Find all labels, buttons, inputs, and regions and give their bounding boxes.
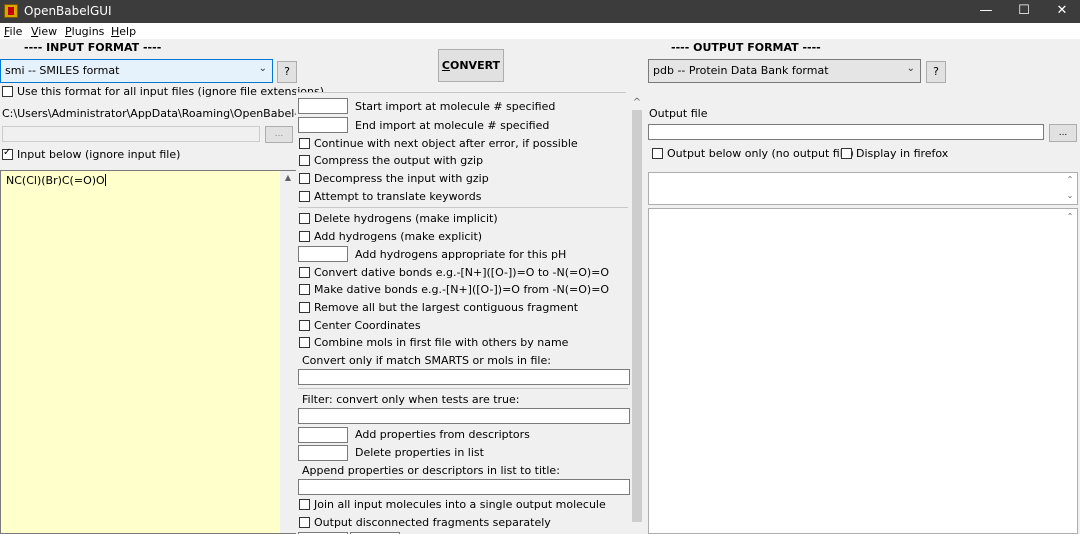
disconnected-fragments-checkbox[interactable]: Output disconnected fragments separately [299,516,551,530]
checkbox-icon [299,499,310,510]
title-bar: OpenBabelGUI — ☐ ✕ [0,0,1080,23]
output-format-value: pdb -- Protein Data Bank format [653,64,829,77]
output-file-field[interactable] [648,124,1044,140]
checkbox-icon [299,191,310,202]
minimize-button[interactable]: — [966,0,1006,23]
output-format-header: ---- OUTPUT FORMAT ---- [671,41,821,54]
display-firefox-checkbox[interactable]: Display in firefox [841,147,948,161]
maximize-button[interactable]: ☐ [1004,0,1044,23]
delete-hydrogens-checkbox[interactable]: Delete hydrogens (make implicit) [299,212,498,226]
checkbox-icon [299,284,310,295]
add-hydrogens-ph-label: Add hydrogens appropriate for this pH [355,248,567,261]
input-scrollbar[interactable]: ▲ [280,171,296,533]
ph-field[interactable] [298,246,348,262]
checkbox-icon [299,337,310,348]
menu-view[interactable]: View [31,25,57,38]
filter-label: Filter: convert only when tests are true… [302,393,520,406]
checkbox-icon [299,138,310,149]
window-title: OpenBabelGUI [24,4,112,18]
smarts-label: Convert only if match SMARTS or mols in … [302,354,551,367]
convert-dative-checkbox[interactable]: Convert dative bonds e.g.-[N+]([O-])=O t… [299,266,609,280]
input-format-select[interactable]: smi -- SMILES format ⌄ [0,59,273,83]
scroll-up-icon[interactable]: ⌃ [1063,212,1077,221]
checkbox-icon [299,267,310,278]
scroll-down-icon[interactable]: ⌄ [1063,191,1077,200]
join-molecules-checkbox[interactable]: Join all input molecules into a single o… [299,498,606,512]
input-format-value: smi -- SMILES format [5,64,120,77]
add-hydrogens-checkbox[interactable]: Add hydrogens (make explicit) [299,230,482,244]
add-properties-label: Add properties from descriptors [355,428,530,441]
checkbox-checked-icon [2,147,13,160]
options-top-divider [298,92,626,93]
checkbox-icon [299,320,310,331]
end-import-field[interactable] [298,117,348,133]
menu-file[interactable]: File [4,25,22,38]
convert-button[interactable]: CONVERT [438,49,504,82]
append-title-label: Append properties or descriptors in list… [302,464,560,477]
combine-mols-checkbox[interactable]: Combine mols in first file with others b… [299,336,568,350]
scroll-up-icon[interactable]: ⌃ [1063,175,1077,184]
decompress-gzip-checkbox[interactable]: Decompress the input with gzip [299,172,489,186]
checkbox-icon [299,213,310,224]
output-info-area[interactable]: ⌃ ⌄ [648,172,1078,205]
make-dative-checkbox[interactable]: Make dative bonds e.g.-[N+]([O-])=O from… [299,283,609,297]
options-divider [298,207,628,208]
chevron-down-icon: ⌄ [258,63,267,74]
delete-properties-label: Delete properties in list [355,446,484,459]
remove-largest-fragment-checkbox[interactable]: Remove all but the largest contiguous fr… [299,301,578,315]
input-browse-button[interactable]: ... [265,126,293,143]
center-coordinates-checkbox[interactable]: Center Coordinates [299,319,421,333]
output-browse-button[interactable]: ... [1049,124,1077,142]
checkbox-icon [2,86,13,97]
output-format-select[interactable]: pdb -- Protein Data Bank format ⌄ [648,59,921,83]
menu-plugins[interactable]: Plugins [65,25,104,38]
start-import-field[interactable] [298,98,348,114]
checkbox-icon [299,173,310,184]
input-text-area[interactable]: NC(Cl)(Br)C(=O)O ▲ [0,170,296,534]
output-below-checkbox[interactable]: Output below only (no output file) [652,147,854,161]
filter-field[interactable] [298,408,630,424]
end-import-label: End import at molecule # specified [355,119,550,132]
output-text-area[interactable]: ⌃ [648,208,1078,534]
checkbox-icon [299,231,310,242]
checkbox-icon [299,517,310,528]
start-import-label: Start import at molecule # specified [355,100,556,113]
output-format-help-button[interactable]: ? [926,61,946,83]
checkbox-icon [841,148,852,159]
chevron-down-icon: ⌄ [906,63,915,74]
translate-keywords-checkbox[interactable]: Attempt to translate keywords [299,190,481,204]
close-button[interactable]: ✕ [1042,0,1080,23]
input-format-header: ---- INPUT FORMAT ---- [24,41,162,54]
options-divider [298,388,628,389]
smarts-field[interactable] [298,369,630,385]
menu-help[interactable]: Help [111,25,136,38]
input-text: NC(Cl)(Br)C(=O)O [6,174,105,187]
input-file-field[interactable] [2,126,260,142]
input-below-checkbox[interactable]: Input below (ignore input file) [2,147,180,162]
checkbox-icon [299,155,310,166]
checkbox-icon [299,302,310,313]
input-format-help-button[interactable]: ? [277,61,297,83]
append-title-field[interactable] [298,479,630,495]
add-properties-field[interactable] [298,427,348,443]
scroll-up-icon[interactable]: ▲ [280,173,296,182]
continue-error-checkbox[interactable]: Continue with next object after error, i… [299,137,578,151]
compress-gzip-checkbox[interactable]: Compress the output with gzip [299,154,483,168]
text-caret [104,174,106,186]
output-file-label: Output file [649,107,708,120]
delete-properties-field[interactable] [298,445,348,461]
openbabel-app-icon [4,4,18,18]
options-scrollbar[interactable]: ^ [630,92,644,534]
menu-bar: File View Plugins Help [0,23,1080,39]
checkbox-icon [652,148,663,159]
use-format-all-checkbox[interactable]: Use this format for all input files (ign… [2,85,324,99]
input-file-path: C:\Users\Administrator\AppData\Roaming\O… [2,107,298,120]
scroll-up-icon[interactable]: ^ [630,97,644,108]
options-panel: Start import at molecule # specified End… [296,92,644,534]
scroll-thumb[interactable] [632,110,642,522]
